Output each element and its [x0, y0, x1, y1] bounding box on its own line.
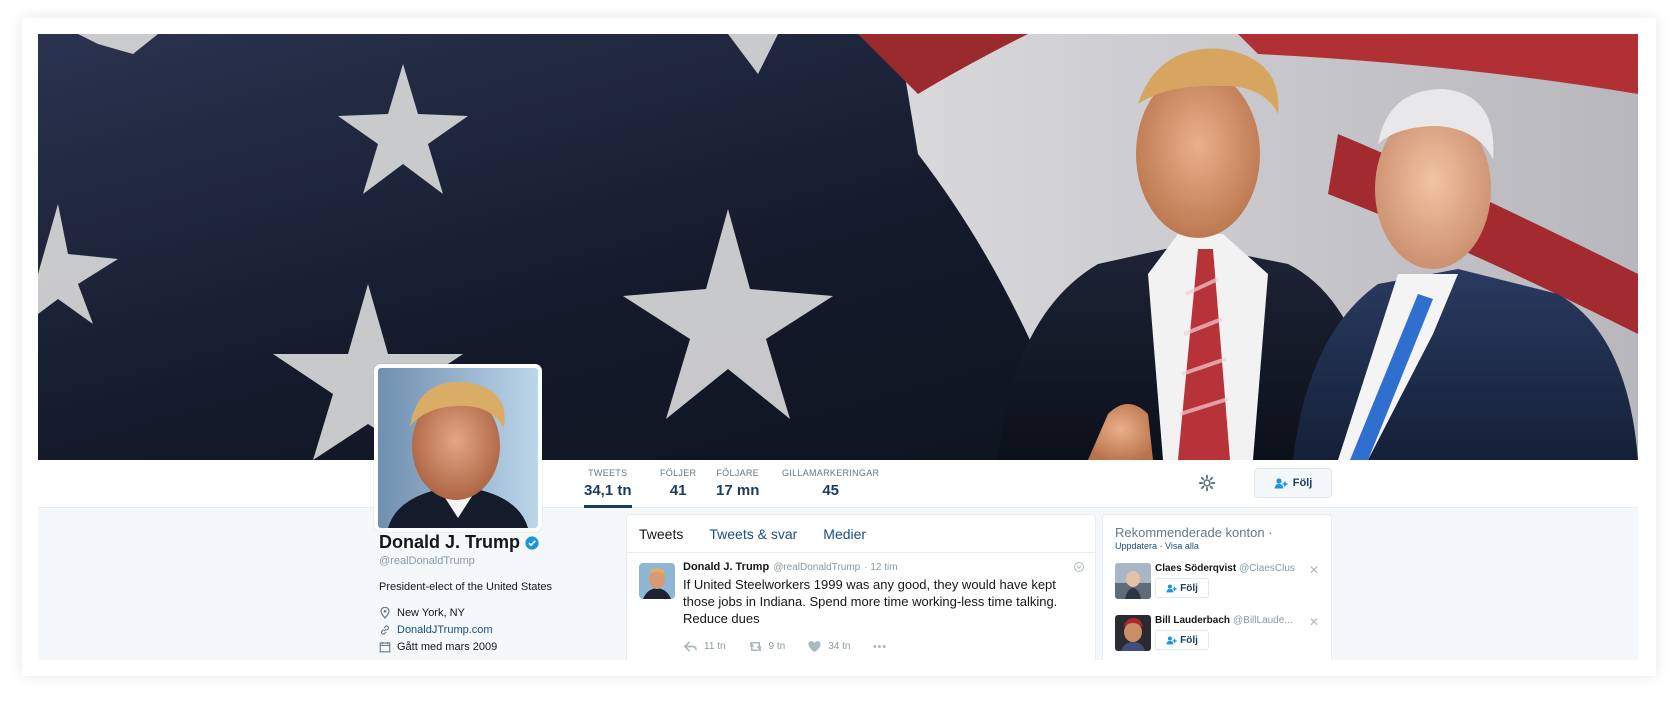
- profile-joined-text: Gått med mars 2009: [397, 641, 498, 653]
- close-icon[interactable]: ✕: [1309, 563, 1319, 577]
- recommended-follow-label: Följ: [1180, 582, 1198, 594]
- retweet-count: 9 tn: [768, 641, 786, 652]
- profile-bio: President-elect of the United States: [379, 581, 553, 593]
- recommended-user-line: Claes Söderqvist @ClaesClus: [1155, 563, 1305, 574]
- profile-joined: Gått med mars 2009: [379, 641, 599, 653]
- retweet-action[interactable]: 9 tn: [748, 639, 786, 654]
- profile-avatar[interactable]: [374, 364, 542, 532]
- recommended-user-avatar[interactable]: [1115, 563, 1151, 599]
- header-banner-image: [38, 34, 1638, 460]
- stat-label: TWEETS: [588, 468, 628, 478]
- stat-value: 34,1 tn: [584, 482, 632, 499]
- close-icon[interactable]: ✕: [1309, 615, 1319, 629]
- recommended-user-name[interactable]: Claes Söderqvist: [1155, 563, 1236, 574]
- gear-icon[interactable]: [1198, 474, 1216, 492]
- location-icon: [380, 607, 390, 619]
- profile-website: DonaldJTrump.com: [379, 624, 599, 636]
- stat-tweets[interactable]: TWEETS 34,1 tn: [584, 468, 632, 508]
- recommended-accounts: Rekommenderade konton · Uppdatera · Visa…: [1102, 514, 1332, 660]
- recommended-user-handle[interactable]: @BillLaude...: [1233, 615, 1293, 626]
- recommended-user-line: Bill Lauderbach @BillLaude...: [1155, 615, 1305, 626]
- more-icon: [873, 645, 887, 648]
- banner-illustration: [38, 34, 1638, 460]
- tweet-avatar[interactable]: [639, 563, 675, 599]
- tweet[interactable]: Donald J. Trump @realDonaldTrump · 12 ti…: [627, 553, 1095, 660]
- stat-followers[interactable]: FÖLJARE 17 mn: [716, 468, 759, 499]
- recommended-follow-button[interactable]: Följ: [1155, 578, 1209, 598]
- tab-tweets[interactable]: Tweets: [639, 526, 683, 542]
- recommended-follow-label: Följ: [1180, 634, 1198, 646]
- recommended-follow-button[interactable]: Följ: [1155, 630, 1209, 650]
- reply-action[interactable]: 11 tn: [683, 639, 726, 654]
- profile-avatar-image: [378, 368, 538, 528]
- recommended-user-name[interactable]: Bill Lauderbach: [1155, 615, 1230, 626]
- recommended-user-avatar[interactable]: [1115, 615, 1151, 651]
- refresh-link[interactable]: Uppdatera: [1115, 541, 1157, 551]
- profile-location-text: New York, NY: [397, 607, 465, 619]
- recommended-user-handle[interactable]: @ClaesClus: [1239, 563, 1295, 574]
- reply-icon: [683, 641, 697, 652]
- follow-user-icon: [1166, 583, 1177, 592]
- calendar-icon: [379, 642, 391, 653]
- follow-user-icon: [1274, 477, 1288, 488]
- tweet-actions: 11 tn 9 tn 34 tn: [683, 639, 1083, 654]
- profile-handle[interactable]: @realDonaldTrump: [379, 555, 599, 567]
- user-avatar-image: [1115, 615, 1151, 651]
- link-icon: [380, 625, 390, 635]
- timeline: Tweets Tweets & svar Medier Donald J. Tr…: [626, 514, 1096, 660]
- more-action[interactable]: [872, 639, 887, 654]
- verified-badge-icon: [525, 535, 539, 550]
- tweet-timestamp[interactable]: · 12 tim: [864, 562, 897, 573]
- tweet-avatar-image: [639, 563, 675, 599]
- reply-count: 11 tn: [704, 641, 726, 652]
- profile-card: Donald J. Trump @realDonaldTrump Preside…: [379, 532, 599, 653]
- tab-media[interactable]: Medier: [823, 526, 866, 542]
- like-icon: [808, 641, 821, 653]
- tweet-header: Donald J. Trump @realDonaldTrump · 12 ti…: [683, 561, 1083, 573]
- profile-website-link[interactable]: DonaldJTrump.com: [397, 624, 493, 636]
- stat-value: 45: [822, 482, 839, 499]
- page-frame: TWEETS 34,1 tn FÖLJER 41 FÖLJARE 17 mn G…: [22, 18, 1656, 676]
- stat-value: 17 mn: [716, 482, 760, 499]
- stat-following[interactable]: FÖLJER 41: [660, 468, 696, 499]
- stat-value: 41: [669, 482, 687, 499]
- tweet-text: If United Steelworkers 1999 was any good…: [683, 577, 1058, 626]
- like-action[interactable]: 34 tn: [807, 639, 850, 654]
- stat-label: FÖLJARE: [716, 468, 759, 478]
- follow-button-label: Följ: [1292, 477, 1313, 489]
- stat-label: FÖLJER: [660, 468, 697, 478]
- recommended-title: Rekommenderade konton ·: [1115, 525, 1273, 540]
- view-all-link[interactable]: Visa alla: [1165, 541, 1199, 551]
- recommended-user: Bill Lauderbach @BillLaude... Följ ✕: [1115, 615, 1319, 655]
- recommended-links: Uppdatera · Visa alla: [1115, 541, 1319, 551]
- profile-location: New York, NY: [379, 607, 599, 619]
- profile-name[interactable]: Donald J. Trump: [379, 532, 520, 553]
- follow-button[interactable]: Följ: [1254, 468, 1332, 498]
- retweet-icon: [748, 642, 762, 651]
- tweet-author-handle[interactable]: @realDonaldTrump: [773, 562, 860, 573]
- profile-nav: TWEETS 34,1 tn FÖLJER 41 FÖLJARE 17 mn G…: [38, 460, 1638, 508]
- tweet-author-name[interactable]: Donald J. Trump: [683, 561, 769, 573]
- stat-label: GILLAMARKERINGAR: [782, 468, 880, 478]
- stat-likes[interactable]: GILLAMARKERINGAR 45: [782, 468, 879, 499]
- user-avatar-image: [1115, 563, 1151, 599]
- profile-content: Donald J. Trump @realDonaldTrump Preside…: [38, 508, 1638, 660]
- tab-tweets-and-replies[interactable]: Tweets & svar: [709, 526, 797, 542]
- recommended-user: Claes Söderqvist @ClaesClus Följ ✕: [1115, 563, 1319, 603]
- profile-name-row: Donald J. Trump: [379, 532, 599, 553]
- follow-user-icon: [1166, 635, 1177, 644]
- caret-icon[interactable]: [1073, 561, 1085, 573]
- like-count: 34 tn: [828, 641, 851, 652]
- timeline-tabs: Tweets Tweets & svar Medier: [627, 515, 1095, 553]
